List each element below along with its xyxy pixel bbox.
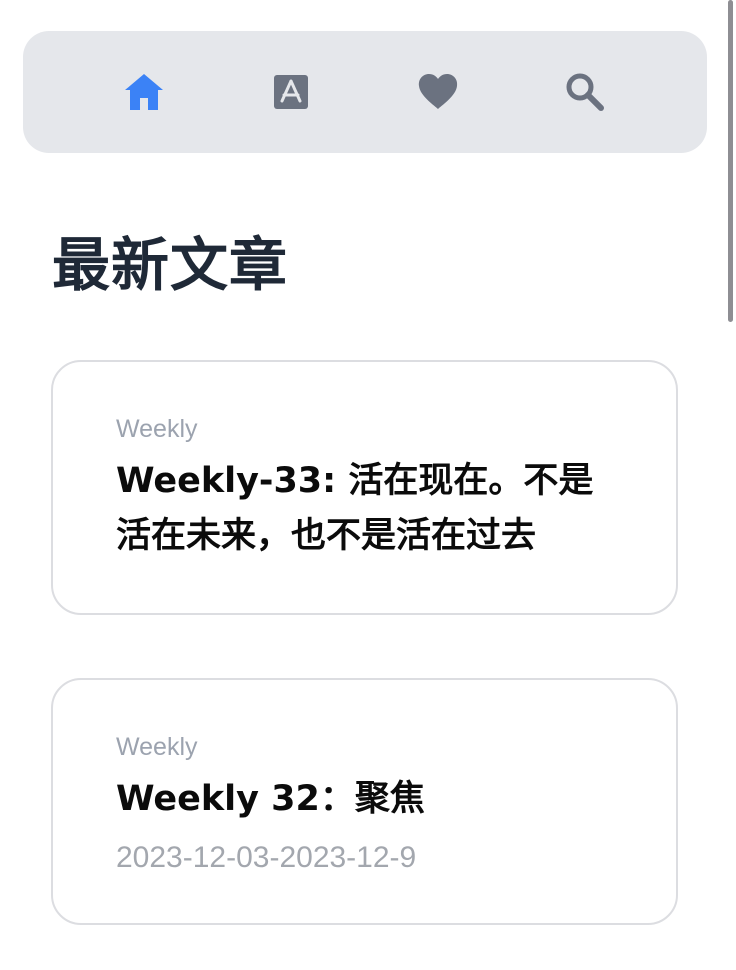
page: 最新文章 Weekly Weekly-33: 活在现在。不是活在未来，也不是活在… [0, 0, 736, 970]
article-category: Weekly [116, 415, 198, 443]
app-store-icon [273, 74, 309, 110]
scrollbar[interactable] [728, 0, 733, 322]
nav-home-button[interactable] [104, 31, 184, 153]
article-date: 2023-12-03-2023-12-9 [116, 841, 417, 874]
section-title: 最新文章 [52, 231, 289, 299]
home-icon [123, 72, 165, 112]
nav-favorites-button[interactable] [398, 31, 478, 153]
article-category: Weekly [116, 733, 198, 761]
search-icon [564, 71, 606, 113]
article-title[interactable]: Weekly 32：聚焦 [116, 772, 620, 827]
nav-search-button[interactable] [545, 31, 625, 153]
top-navigation [23, 31, 707, 153]
article-title[interactable]: Weekly-33: 活在现在。不是活在未来，也不是活在过去 [116, 454, 620, 564]
article-card[interactable]: Weekly Weekly-33: 活在现在。不是活在未来，也不是活在过去 [51, 360, 678, 615]
article-card[interactable]: Weekly Weekly 32：聚焦 2023-12-03-2023-12-9 [51, 678, 678, 925]
heart-icon [417, 73, 459, 111]
nav-apps-button[interactable] [251, 31, 331, 153]
